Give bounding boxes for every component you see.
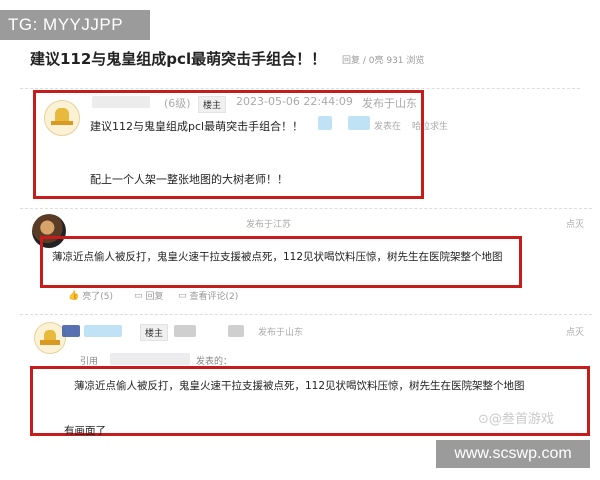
- highlight-box: [40, 236, 522, 288]
- redacted-quote-user: [110, 353, 190, 365]
- reply-location: 发布于江苏: [246, 220, 292, 230]
- chat-icon: ▭: [178, 290, 187, 301]
- reply-location: 发布于山东: [258, 328, 304, 338]
- redacted-username: [84, 325, 122, 337]
- owner-badge: 楼主: [140, 324, 169, 341]
- watermark: ⊙@叁首游戏: [478, 412, 554, 427]
- redacted-block: [174, 325, 196, 337]
- report-link[interactable]: 点灭: [566, 217, 584, 230]
- redacted-username: [62, 325, 80, 337]
- comment-icon: ▭: [134, 290, 143, 301]
- redacted-block: [228, 325, 244, 337]
- post-title: 建议112与鬼皇组成pcl最萌突击手组合！！: [30, 50, 327, 68]
- site-url-tag: www.scswp.com: [436, 440, 590, 468]
- report-link[interactable]: 点灭: [566, 325, 584, 338]
- reply-button[interactable]: ▭ 回复: [134, 289, 164, 303]
- reply-text: 有画面了: [64, 425, 106, 437]
- view-comments-button[interactable]: ▭ 查看评论(2): [178, 289, 238, 303]
- tg-overlay-tag: TG: MYYJJPP: [0, 10, 150, 40]
- highlight-box: [33, 90, 424, 199]
- like-button[interactable]: 👍 亮了(5): [68, 289, 113, 303]
- post-stats: 回复 / 0亮 931 浏览: [342, 56, 425, 66]
- thumb-up-icon: 👍: [68, 290, 80, 301]
